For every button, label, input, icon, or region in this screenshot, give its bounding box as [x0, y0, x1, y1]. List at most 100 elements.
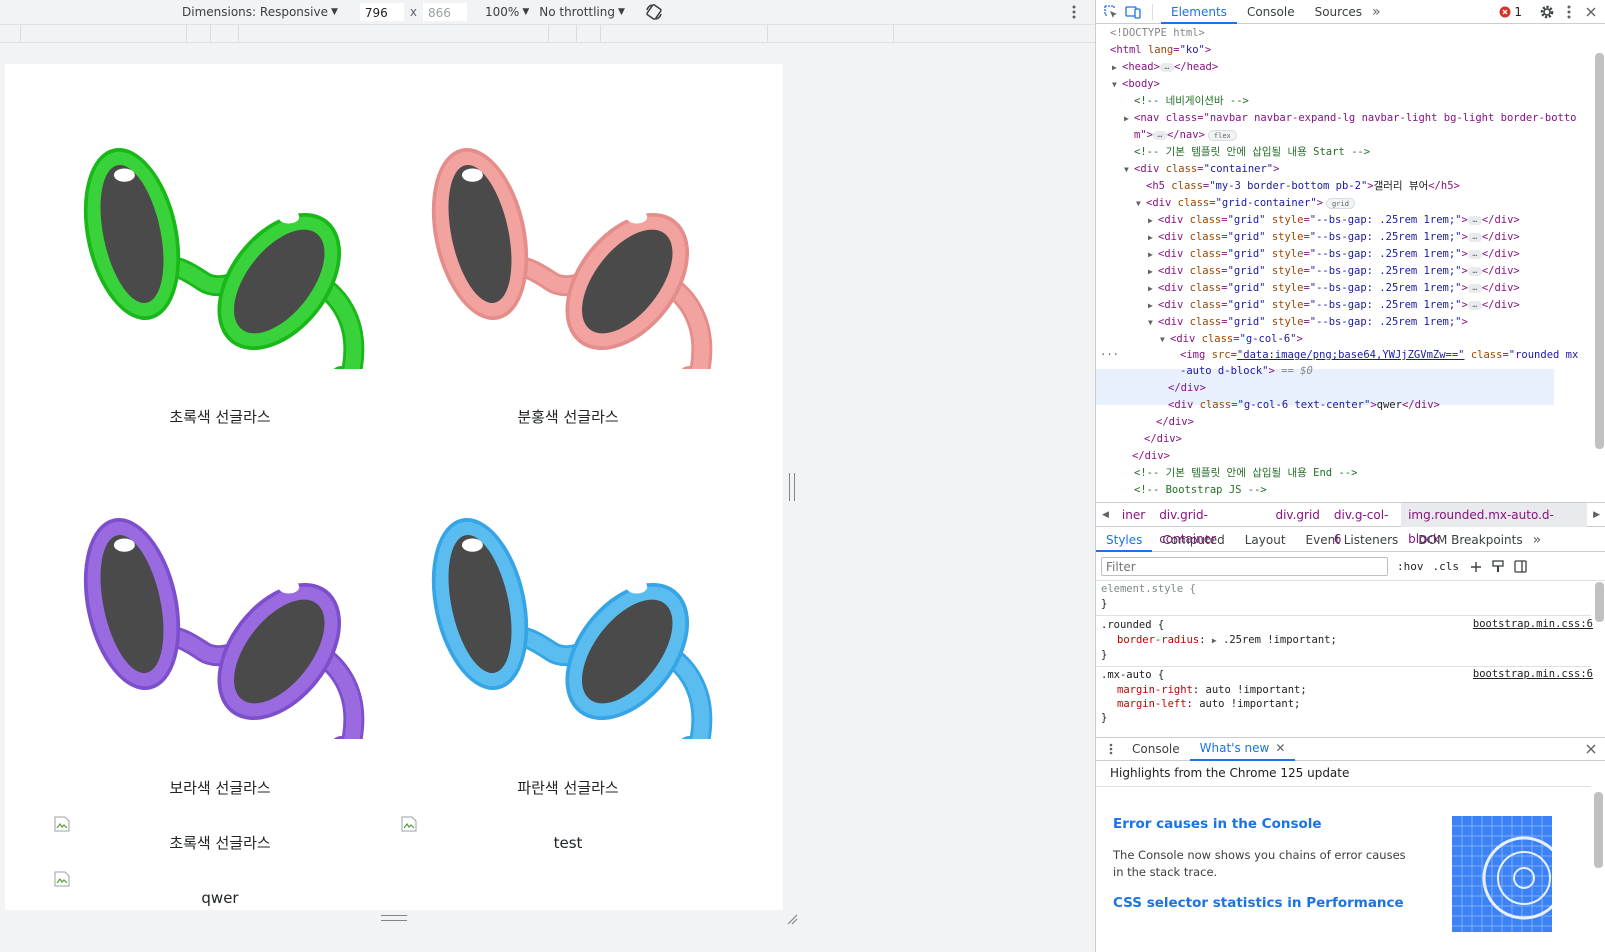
paint-brush-icon[interactable]: [1487, 556, 1509, 578]
tree-line-selected-cont[interactable]: -auto d-block"> == $0: [1180, 363, 1313, 380]
rule-selector[interactable]: .rounded {: [1101, 618, 1164, 633]
kebab-icon[interactable]: [1063, 1, 1085, 23]
feature-link[interactable]: Error causes in the Console: [1113, 816, 1322, 832]
inspect-element-icon[interactable]: [1100, 1, 1122, 23]
styles-scrollbar[interactable]: [1595, 582, 1604, 622]
error-counter[interactable]: 1: [1499, 5, 1536, 19]
sunglasses-shape: [278, 210, 300, 224]
tree-line-grid[interactable]: ▶ <div class="grid" style="--bs-gap: .25r…: [1148, 229, 1520, 246]
rule-declaration[interactable]: border-radius: ▶ .25rem !important;: [1117, 633, 1337, 648]
tree-line[interactable]: </div>: [1168, 380, 1206, 397]
tab-elements[interactable]: Elements: [1161, 0, 1237, 24]
resize-handle-corner[interactable]: [786, 913, 798, 925]
feature-link[interactable]: CSS selector statistics in Performance: [1113, 895, 1404, 911]
caret-down-icon: ▼: [522, 7, 530, 17]
tree-line-grid[interactable]: ▶ <div class="grid" style="--bs-gap: .25r…: [1148, 297, 1520, 314]
resize-handle-bottom[interactable]: [381, 915, 407, 921]
more-tabs-icon[interactable]: »: [1372, 4, 1381, 20]
breadcrumb-item[interactable]: div.grid-container: [1152, 503, 1268, 546]
sunglasses-image-green[interactable]: [70, 139, 380, 369]
tree-line[interactable]: ▼ <div class="g-col-6">: [1160, 331, 1303, 348]
tree-line[interactable]: </div>: [1156, 414, 1194, 431]
tree-line[interactable]: ▶ <nav class="navbar navbar-expand-lg nav…: [1124, 110, 1577, 127]
devtools-tabbar: Elements Console Sources » 1: [1096, 0, 1605, 24]
rule-declaration[interactable]: margin-left: auto !important;: [1117, 697, 1300, 712]
tab-computed[interactable]: Computed: [1152, 528, 1234, 552]
node-menu-dots[interactable]: ···: [1100, 347, 1119, 364]
class-toggle[interactable]: .cls: [1433, 560, 1460, 573]
styles-filter-input[interactable]: [1101, 557, 1388, 576]
sunglasses-image-pink[interactable]: [418, 139, 728, 369]
tree-line: <!-- 네비게이션바 -->: [1134, 95, 1249, 107]
breadcrumb-item[interactable]: iner: [1115, 503, 1152, 527]
sunglasses-shape: [626, 210, 648, 224]
tree-line: <!-- Bootstrap JS -->: [1134, 484, 1267, 496]
tree-line-grid[interactable]: ▶ <div class="grid" style="--bs-gap: .25r…: [1148, 246, 1520, 263]
styles-filter-row: :hov .cls: [1096, 553, 1605, 581]
dimensions-dropdown[interactable]: Dimensions: Responsive ▼: [182, 5, 338, 19]
more-tabs-icon[interactable]: »: [1533, 532, 1542, 548]
drawer-tab-whats-new[interactable]: What's new ✕: [1189, 736, 1296, 761]
tab-event-listeners[interactable]: Event Listeners: [1296, 528, 1409, 552]
height-input[interactable]: 866: [423, 3, 467, 21]
tree-line-grid-expanded[interactable]: ▼ <div class="grid" style="--bs-gap: .25r…: [1148, 314, 1468, 331]
breadcrumb-item[interactable]: div.g-col-6: [1327, 503, 1401, 546]
close-tab-icon[interactable]: ✕: [1275, 736, 1285, 760]
tab-styles[interactable]: Styles: [1096, 528, 1153, 552]
tree-line-selected[interactable]: <img src="data:image/png;base64,YWJjZGVm…: [1180, 347, 1578, 364]
rule-declaration[interactable]: margin-right: auto !important;: [1117, 683, 1307, 698]
tab-dom-breakpoints[interactable]: DOM Breakpoints: [1408, 528, 1532, 552]
rule-close: }: [1101, 598, 1108, 610]
breadcrumb-item-active[interactable]: img.rounded.mx-auto.d-block: [1401, 502, 1588, 546]
rule-source-link[interactable]: bootstrap.min.css:6: [1473, 668, 1593, 680]
gallery-caption: 분홍색 선글라스: [517, 408, 619, 426]
styles-rules: element.style { } .rounded { bootstrap.m…: [1096, 582, 1605, 732]
settings-gear-icon[interactable]: [1536, 1, 1558, 23]
throttling-dropdown[interactable]: No throttling ▼: [539, 5, 625, 19]
drawer-scrollbar[interactable]: [1594, 792, 1603, 868]
tree-line[interactable]: <div class="g-col-6 text-center">qwer</d…: [1168, 397, 1440, 414]
tree-line[interactable]: ▼ <div class="grid-container"> grid: [1136, 195, 1355, 212]
breadcrumb-left-arrow-icon[interactable]: ◀: [1096, 510, 1115, 520]
sidebar-toggle-icon[interactable]: [1509, 556, 1531, 578]
sunglasses-shape: [113, 538, 135, 552]
tree-line[interactable]: <h5 class="my-3 border-bottom pb-2">갤러리 …: [1146, 178, 1460, 195]
device-toolbar-icon[interactable]: [1122, 1, 1144, 23]
rotate-icon[interactable]: [643, 1, 665, 23]
elements-tree[interactable]: <!DOCTYPE html> <html lang="ko"> ▶ <head>…: [1096, 25, 1605, 501]
tree-line[interactable]: m">… </nav> flex: [1134, 127, 1237, 144]
rule-selector[interactable]: .mx-auto {: [1101, 668, 1164, 683]
drawer-tab-console[interactable]: Console: [1122, 737, 1190, 761]
zoom-dropdown[interactable]: 100% ▼: [485, 5, 529, 19]
breadcrumb-item[interactable]: div.grid: [1268, 503, 1326, 527]
drawer-menu-icon[interactable]: [1100, 738, 1122, 760]
tree-line[interactable]: ▶ <head>… </head>: [1112, 59, 1218, 76]
rule-selector[interactable]: element.style {: [1101, 582, 1196, 597]
elements-scrollbar[interactable]: [1595, 53, 1604, 449]
media-query-ruler[interactable]: [0, 24, 1095, 43]
tree-line[interactable]: <html lang="ko">: [1110, 42, 1211, 59]
close-devtools-icon[interactable]: [1580, 1, 1602, 23]
tree-line-grid[interactable]: ▶ <div class="grid" style="--bs-gap: .25r…: [1148, 212, 1520, 229]
breadcrumb-right-arrow-icon[interactable]: ▶: [1587, 510, 1605, 520]
gallery-caption: 파란색 선글라스: [517, 779, 619, 797]
tree-line[interactable]: </div>: [1132, 448, 1170, 465]
tree-line[interactable]: ▼ <div class="container">: [1124, 161, 1279, 178]
tab-sources[interactable]: Sources: [1305, 0, 1372, 24]
emulated-viewport: 초록색 선글라스 분홍색 선글라스 보라색 선글라스 파란색 선글라스 초록색 …: [5, 64, 783, 910]
devtools-menu-icon[interactable]: [1558, 1, 1580, 23]
rule-source-link[interactable]: bootstrap.min.css:6: [1473, 618, 1593, 630]
resize-handle-right[interactable]: [789, 473, 795, 501]
tree-line[interactable]: ▼ <body>: [1112, 76, 1160, 93]
tab-layout[interactable]: Layout: [1235, 528, 1296, 552]
sunglasses-image-purple[interactable]: [70, 509, 380, 739]
close-drawer-icon[interactable]: [1580, 738, 1602, 760]
hover-state-toggle[interactable]: :hov: [1397, 560, 1424, 573]
sunglasses-image-blue[interactable]: [418, 509, 728, 739]
new-rule-icon[interactable]: [1465, 556, 1487, 578]
tree-line-grid[interactable]: ▶ <div class="grid" style="--bs-gap: .25r…: [1148, 280, 1520, 297]
tree-line[interactable]: </div>: [1144, 431, 1182, 448]
tree-line-grid[interactable]: ▶ <div class="grid" style="--bs-gap: .25r…: [1148, 263, 1520, 280]
tab-console[interactable]: Console: [1237, 0, 1305, 24]
width-input[interactable]: 796: [359, 3, 404, 21]
